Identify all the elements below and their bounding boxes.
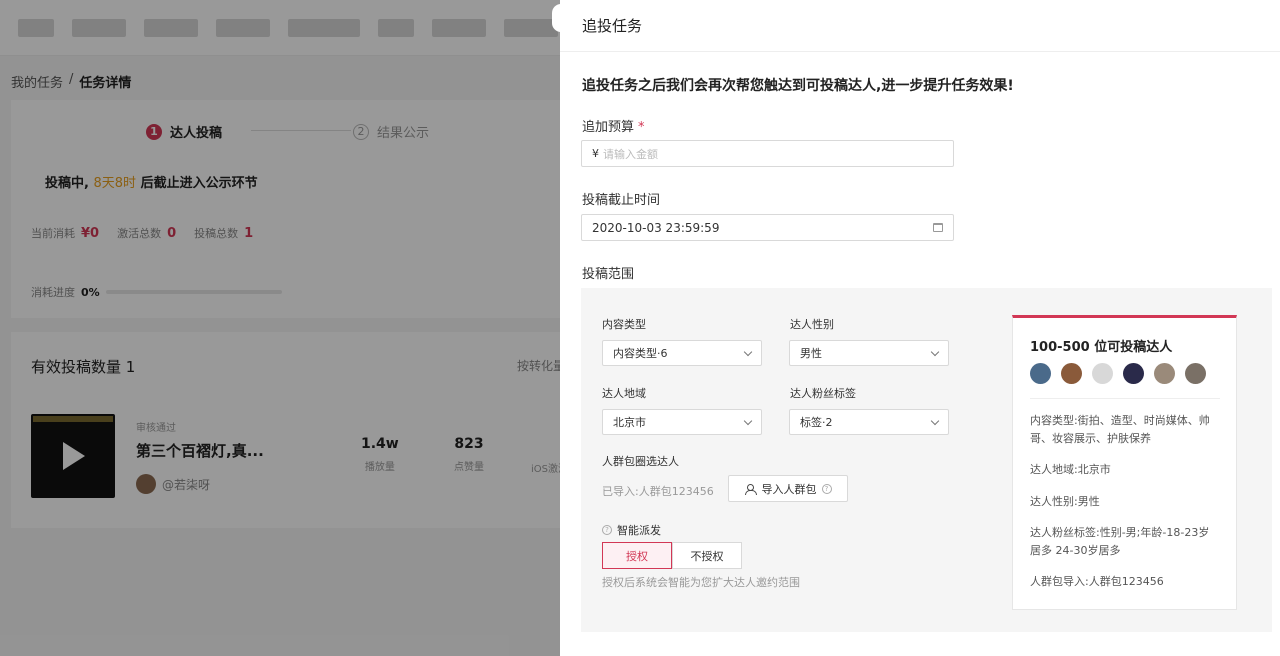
budget-input[interactable]: ¥ 请输入金额	[581, 140, 954, 167]
creator-avatars	[1030, 363, 1206, 384]
summary-fan-tags: 达人粉丝标签:性别-男;年龄-18-23岁居多 24-30岁居多	[1030, 526, 1210, 557]
calendar-icon[interactable]	[933, 223, 943, 232]
avatar	[1030, 363, 1051, 384]
help-icon[interactable]: ?	[821, 483, 832, 494]
summary-region: 达人地域:北京市	[1030, 463, 1111, 476]
drawer-handle[interactable]	[552, 4, 570, 32]
avatar	[1092, 363, 1113, 384]
currency-symbol: ¥	[592, 147, 599, 160]
budget-label: 追加预算 *	[582, 116, 645, 135]
budget-label-text: 追加预算	[582, 120, 635, 135]
content-type-label: 内容类型	[602, 318, 646, 331]
scope-panel: 内容类型 内容类型·6 达人性别 男性 达人地域 北京市 达人粉丝标签 标签·2…	[581, 288, 1272, 632]
authorize-hint: 授权后系统会智能为您扩大达人邀约范围	[602, 576, 800, 589]
chevron-down-icon	[930, 347, 940, 356]
content-type-select[interactable]: 内容类型·6	[602, 340, 762, 366]
card-divider	[1030, 398, 1220, 399]
import-crowd-button[interactable]: 导入人群包 ?	[728, 475, 848, 502]
deadline-label: 投稿截止时间	[582, 193, 661, 208]
smart-dispatch-text: 智能派发	[617, 524, 661, 537]
fan-tags-label: 达人粉丝标签	[790, 387, 856, 400]
import-crowd-label: 导入人群包	[761, 482, 817, 496]
chevron-down-icon	[930, 416, 940, 425]
summary-gender: 达人性别:男性	[1030, 495, 1100, 508]
crowd-label: 人群包圈选达人	[602, 455, 679, 468]
help-icon[interactable]: ?	[602, 525, 612, 535]
authorize-option[interactable]: 授权	[602, 542, 672, 569]
chevron-down-icon	[743, 416, 753, 425]
follow-up-task-drawer: 追投任务 追投任务之后我们会再次帮您触达到可投稿达人,进一步提升任务效果! 追加…	[552, 0, 1280, 656]
reach-summary-card: 100-500 位可投稿达人 内容类型:街拍、造型、时尚媒体、帅哥、妆容展示、护…	[1012, 315, 1237, 610]
avatar	[1185, 363, 1206, 384]
avatar	[1154, 363, 1175, 384]
drawer-title: 追投任务	[560, 0, 1280, 52]
gender-label: 达人性别	[790, 318, 834, 331]
budget-placeholder: 请输入金额	[603, 147, 658, 161]
region-select[interactable]: 北京市	[602, 409, 762, 435]
deadline-value: 2020-10-03 23:59:59	[592, 220, 720, 235]
scope-label: 投稿范围	[582, 267, 635, 282]
deadline-picker[interactable]: 2020-10-03 23:59:59	[581, 214, 954, 241]
summary-crowd: 人群包导入:人群包123456	[1030, 575, 1164, 588]
avatar	[1061, 363, 1082, 384]
content-type-value: 内容类型·6	[613, 347, 668, 360]
gender-select[interactable]: 男性	[789, 340, 949, 366]
summary-content-type: 内容类型:街拍、造型、时尚媒体、帅哥、妆容展示、护肤保养	[1030, 414, 1210, 445]
smart-dispatch-label: ? 智能派发	[602, 522, 661, 538]
authorize-toggle: 授权 不授权	[602, 542, 742, 569]
reach-count: 100-500 位可投稿达人	[1030, 340, 1173, 355]
drawer-intro: 追投任务之后我们会再次帮您触达到可投稿达人,进一步提升任务效果!	[582, 78, 1014, 94]
crowd-imported-text: 已导入:人群包123456	[602, 485, 714, 498]
avatar	[1123, 363, 1144, 384]
chevron-down-icon	[743, 347, 753, 356]
fan-tags-select[interactable]: 标签·2	[789, 409, 949, 435]
gender-value: 男性	[800, 347, 822, 360]
people-icon	[744, 483, 757, 495]
required-mark: *	[638, 120, 645, 135]
fan-tags-value: 标签·2	[800, 416, 833, 429]
region-label: 达人地域	[602, 387, 646, 400]
no-authorize-option[interactable]: 不授权	[672, 542, 742, 569]
region-value: 北京市	[613, 416, 646, 429]
